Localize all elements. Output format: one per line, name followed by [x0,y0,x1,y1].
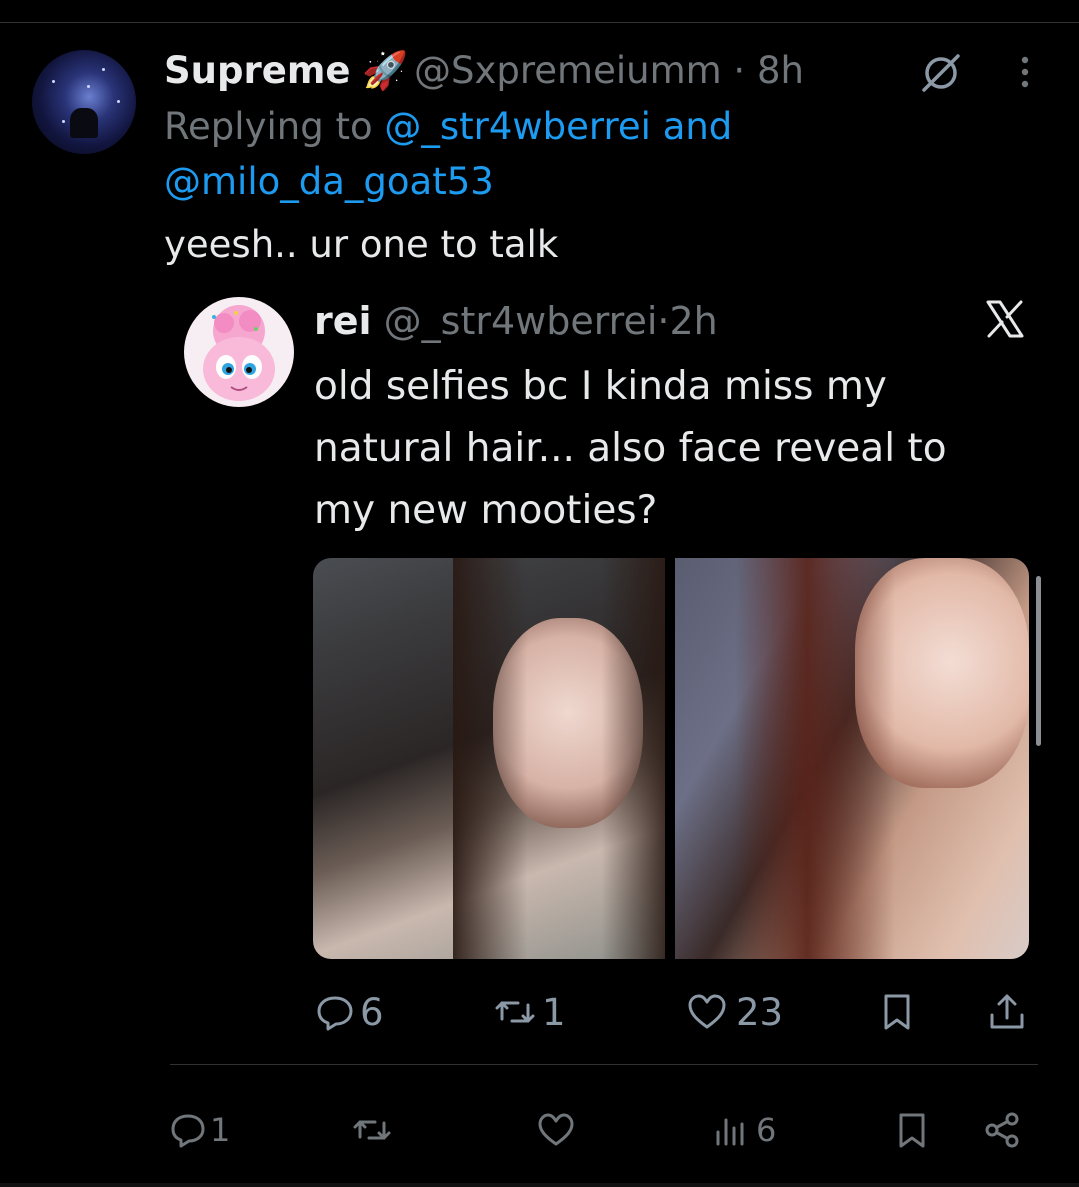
quoted-author-avatar[interactable] [184,297,294,407]
tweet-action-bar: 1 6 [0,1100,1079,1160]
x-logo-icon[interactable] [984,298,1026,340]
like-button[interactable] [536,1100,576,1160]
bookmark-icon [899,1113,925,1148]
mention-link-2[interactable]: @milo_da_goat53 [164,160,494,203]
quoted-media-grid[interactable] [313,558,1029,959]
views-button[interactable]: 6 [712,1100,776,1160]
mention-link-1[interactable]: @_str4wberrei and [384,105,732,148]
like-icon [688,994,726,1029]
rocket-emoji: 🚀 [362,49,409,92]
reply-icon [317,996,353,1031]
share-button[interactable] [982,1100,1022,1160]
like-icon [538,1113,574,1146]
quoted-bookmark-button[interactable] [876,984,918,1040]
author-avatar[interactable] [32,50,136,154]
quoted-tweet-header: rei @_str4wberrei·2h [314,296,718,346]
tweet-text: yeesh.. ur one to talk [164,223,559,266]
repost-button[interactable] [352,1100,392,1160]
quoted-reply-button[interactable]: 6 [314,984,384,1040]
quoted-time-separator: · [657,299,670,343]
reply-icon [171,1114,205,1148]
quoted-repost-count: 1 [542,990,566,1034]
quoted-like-button[interactable]: 23 [686,984,783,1040]
reply-button[interactable]: 1 [168,1100,230,1160]
bottom-border [0,1183,1079,1187]
replying-to: Replying to @_str4wberrei and [164,102,732,152]
quoted-action-bar: 6 1 23 [314,984,1034,1040]
tweet-header: Supreme 🚀 @Sxpremeiumm · 8h [164,46,804,96]
action-divider [170,1064,1038,1065]
bookmark-button[interactable] [892,1100,932,1160]
quoted-tweet-time[interactable]: 2h [670,299,718,343]
views-count: 6 [756,1111,777,1149]
selfie-photo-2[interactable] [675,558,1029,959]
quoted-author-handle[interactable]: @_str4wberrei [384,299,658,343]
quoted-tweet-text: old selfies bc I kinda miss my natural h… [314,364,947,533]
repost-icon [495,1001,535,1023]
quoted-repost-button[interactable]: 1 [494,984,566,1040]
share-icon [985,1112,1019,1148]
author-name[interactable]: Supreme [164,49,350,92]
bookmark-icon [884,994,910,1030]
grok-icon[interactable] [918,50,964,96]
quoted-like-count: 23 [736,990,784,1034]
top-divider [0,22,1079,23]
more-icon[interactable] [1010,52,1040,92]
quoted-share-button[interactable] [986,984,1028,1040]
quoted-author-name[interactable]: rei [314,299,372,343]
selfie-photo-1[interactable] [313,558,665,959]
share-icon [990,994,1024,1029]
repost-icon [353,1120,391,1140]
scrollbar[interactable] [1036,576,1041,746]
replying-to-line-2: @milo_da_goat53 [164,157,494,207]
author-handle[interactable]: @Sxpremeiumm [414,49,722,92]
tweet-time[interactable]: 8h [757,49,804,92]
media-divider [665,558,675,959]
reply-count: 1 [210,1111,231,1149]
replying-prefix: Replying to [164,105,373,148]
quoted-reply-count: 6 [360,990,384,1034]
time-separator: · [733,49,746,92]
views-icon [716,1118,744,1146]
